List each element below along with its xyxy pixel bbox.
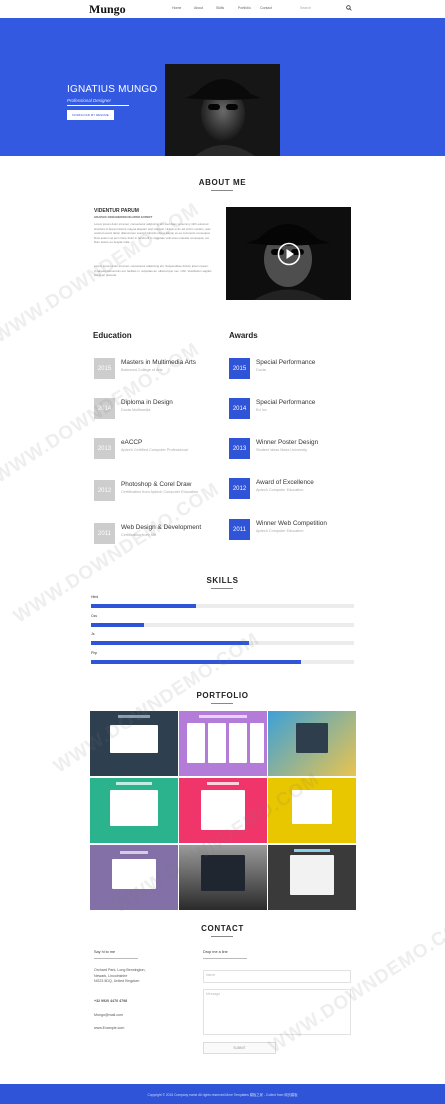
logo[interactable]: Mungo [89,2,126,17]
skill-label: Html [91,595,99,599]
skill-bar-fill [91,641,249,645]
award-item: 2015 Special Performance Ducta [229,358,359,386]
contact-right-label: Drop me a line [203,950,228,954]
about-role: GRAPHIC DESIGNER/DEVELOPER EXPERT [94,215,153,219]
portfolio-title: PORTFOLIO [196,691,249,700]
tile-preview-bar [116,782,152,785]
tile-preview [290,855,334,895]
contact-phone: +32 9920 4470 4798 [94,999,128,1003]
name-input[interactable]: Name [203,970,351,983]
submit-button[interactable]: SUBMIT [203,1042,276,1054]
portfolio-tile[interactable] [179,711,267,776]
year-badge: 2012 [94,480,115,501]
awards-title: Awards [229,331,258,340]
about-title: ABOUT ME [198,178,247,187]
footer-copyright: Copyright © 2015 Company name All rights… [147,1093,298,1097]
award-item-title: Special Performance [256,359,316,366]
award-item-title: Special Performance [256,399,316,406]
education-item-sub: Ducta Multimedia [121,408,151,412]
search-input[interactable]: Search [300,6,340,10]
award-item-title: Winner Poster Design [256,439,319,446]
year-badge: 2015 [94,358,115,379]
hero-portrait-photo [165,64,280,156]
award-item-sub: Aptech Computer Education [256,529,304,533]
play-icon[interactable] [277,242,301,266]
education-item-title: Photoshop & Corel Draw [121,481,192,488]
tile-preview [250,723,264,763]
award-item-sub: Ducta [256,368,266,372]
contact-title-underline [211,936,233,937]
about-title-underline [211,190,233,191]
skill-label: Css [91,614,98,618]
top-nav: Mungo Home About Skills Portfolio Contac… [0,0,445,18]
education-title: Education [93,331,132,340]
tile-preview-bar [294,849,330,852]
award-item: 2012 Award of Excellence Aptech Computer… [229,478,359,506]
tile-preview-bar [207,782,239,785]
nav-link-portfolio[interactable]: Portfolio [238,6,260,10]
year-badge: 2014 [229,398,250,419]
contact-left-underline [94,958,138,959]
contact-email[interactable]: Mungo@mail.com [94,1013,174,1019]
nav-link-contact[interactable]: Contact [260,6,282,10]
skill-bar-fill [91,660,302,664]
skill-bar [91,641,354,645]
skills-title-underline [211,588,233,589]
portfolio-tile[interactable] [90,778,178,843]
award-item-title: Winner Web Competition [256,520,327,527]
year-badge: 2011 [94,523,115,544]
hero-name: IGNATIUS MUNGO [67,84,158,95]
portfolio-title-underline [211,703,233,704]
hero-divider [67,105,129,106]
contact-right-underline [203,958,247,959]
award-item-title: Award of Excellence [256,479,314,486]
nav-link-home[interactable]: Home [172,6,194,10]
search-icon[interactable] [346,5,352,11]
award-item-sub: Studest Ideas Mass University [256,448,308,452]
about-name: VIDENTUR PARUM [94,208,139,214]
tile-preview [229,723,247,763]
tile-preview [208,723,226,763]
award-item: 2011 Winner Web Competition Aptech Compu… [229,519,359,547]
footer: Copyright © 2015 Company name All rights… [0,1084,445,1104]
education-item-title: eACCP [121,439,143,446]
education-item-sub: Aptech Certified Computer Professional [121,448,188,452]
year-badge: 2015 [229,358,250,379]
nav-link-skills[interactable]: Skills [216,6,238,10]
tile-preview-bar [199,715,247,718]
tile-preview [296,723,328,753]
tile-preview-bar [120,851,148,854]
year-badge: 2011 [229,519,250,540]
year-badge: 2013 [94,438,115,459]
award-item-sub: Aptech Computer Education [256,488,304,492]
portfolio-tile[interactable] [268,845,356,910]
hero-subtitle: Professional Designer [67,98,112,103]
contact-website[interactable]: www.Example.com [94,1026,174,1032]
address-line: NG23 5DQ, United Kingdom [94,979,140,984]
award-item: 2014 Special Performance Ed Inc [229,398,359,426]
skill-bar [91,623,354,627]
nav-link-about[interactable]: About [194,6,216,10]
award-item-sub: Ed Inc [256,408,267,412]
skill-bar-fill [91,604,197,608]
skill-bar-fill [91,623,144,627]
contact-title: CONTACT [201,924,244,933]
tile-preview [187,723,205,763]
year-badge: 2013 [229,438,250,459]
nav-links: Home About Skills Portfolio Contact [172,6,282,10]
skill-label: Php [91,651,98,655]
skill-bar [91,604,354,608]
skill-label: Js [91,632,95,636]
contact-address: Orchard Park, Long Bennington, Newark, L… [94,968,174,985]
award-item: 2013 Winner Poster Design Studest Ideas … [229,438,359,466]
download-resume-button[interactable]: DOWNLOAD MY RESUME [67,110,114,120]
year-badge: 2012 [229,478,250,499]
tile-preview [110,790,158,826]
education-item: 2013 eACCP Aptech Certified Computer Pro… [94,438,224,466]
contact-left-label: Say hi to me [94,950,116,954]
portfolio-tile[interactable] [268,711,356,776]
